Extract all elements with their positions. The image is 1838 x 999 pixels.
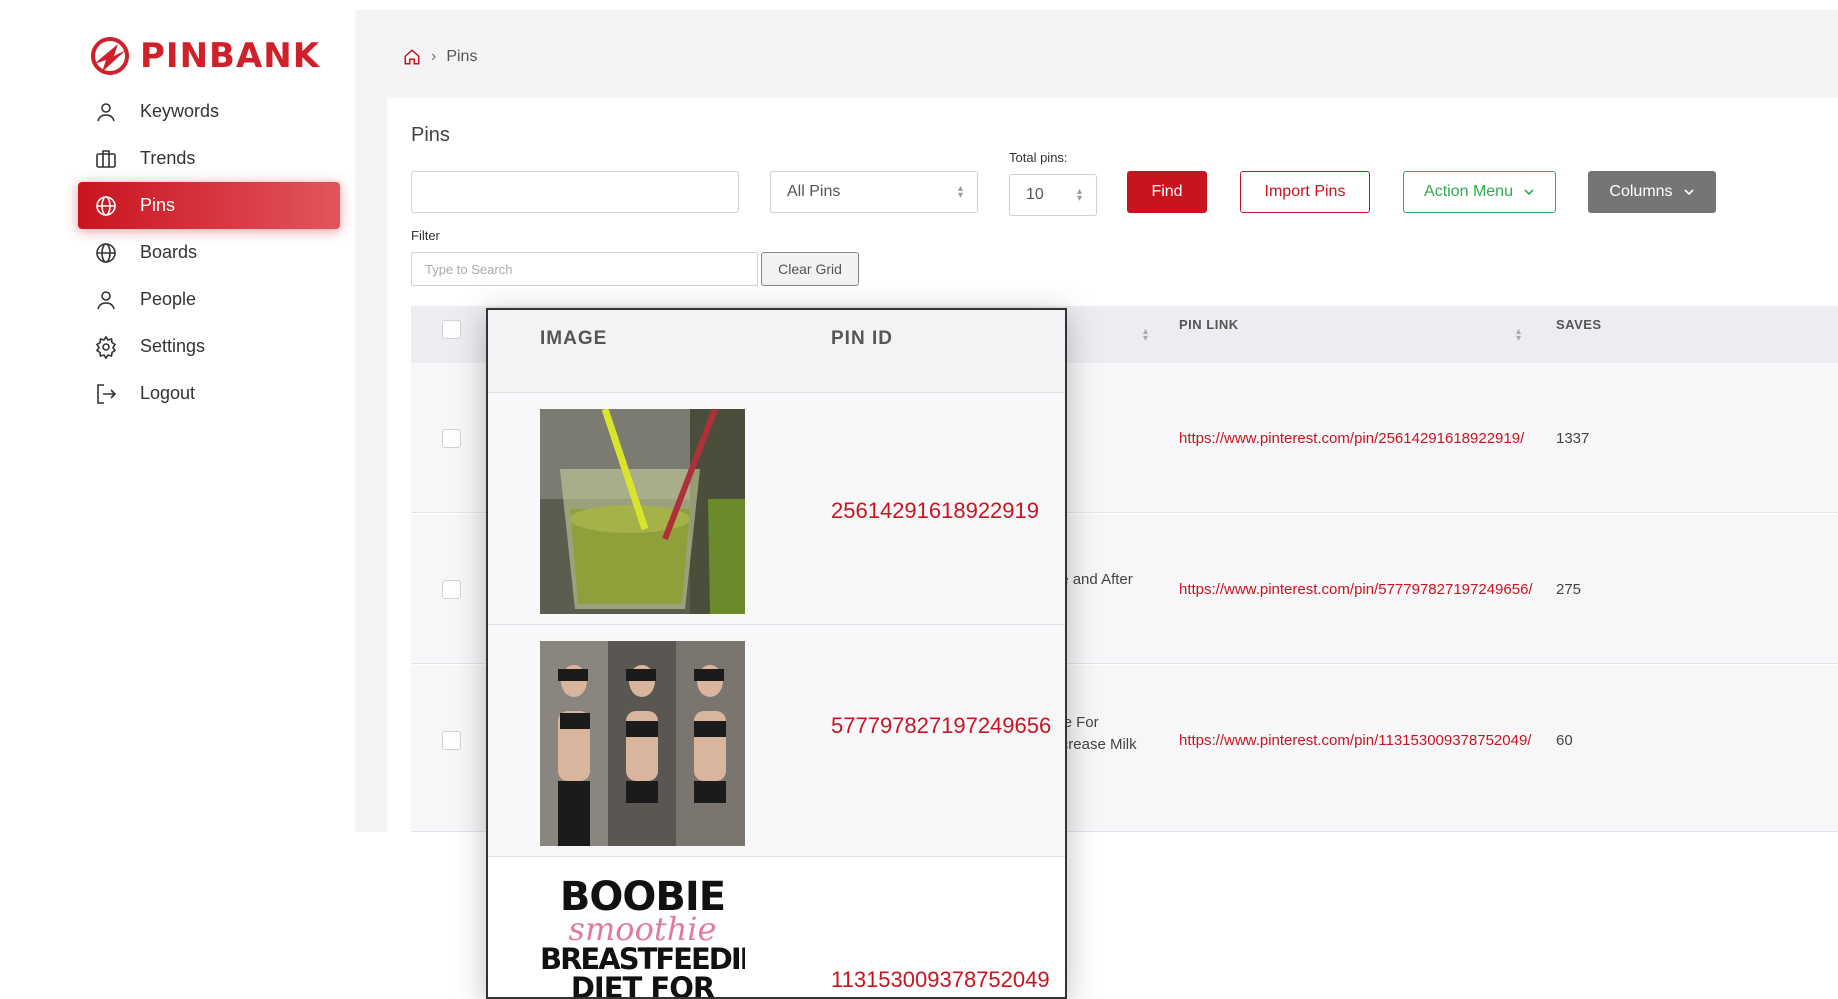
- sidebar-item-label: Trends: [140, 148, 196, 168]
- user-icon: [97, 102, 115, 121]
- brand-name: PINBANK: [140, 36, 321, 76]
- globe-icon: [96, 195, 116, 216]
- row-checkbox[interactable]: [442, 580, 461, 599]
- sidebar-item-trends[interactable]: Trends: [78, 135, 340, 182]
- column-header-image: IMAGE: [540, 328, 608, 349]
- select-arrows-icon: ▴ ▾: [957, 183, 963, 201]
- columns-label: Columns: [1609, 183, 1673, 200]
- sidebar-item-label: People: [140, 289, 197, 309]
- pin-thumbnail[interactable]: BOOBIE smoothie BREASTFEEDING DIET FOR M…: [540, 873, 745, 999]
- thumb-text-line: DIET FOR MILK: [570, 971, 715, 999]
- select-all-checkbox[interactable]: [442, 320, 461, 339]
- clear-grid-button[interactable]: Clear Grid: [761, 252, 859, 286]
- pin-id[interactable]: 113153009378752049: [831, 967, 1050, 993]
- breadcrumb: › Pins: [403, 48, 477, 66]
- total-pins-stepper[interactable]: 10 ▴ ▾: [1009, 174, 1097, 216]
- sidebar-item-label: Keywords: [140, 101, 220, 121]
- pin-image-overlay: IMAGE PIN ID 25614291618922919 577797827…: [486, 308, 1067, 999]
- column-header-pin-link[interactable]: PIN LINK: [1179, 317, 1239, 332]
- action-menu-button[interactable]: Action Menu: [1403, 171, 1556, 213]
- action-menu-label: Action Menu: [1424, 183, 1513, 200]
- column-header-saves[interactable]: SAVES: [1556, 317, 1602, 332]
- pin-link[interactable]: https://www.pinterest.com/pin/1131530093…: [1179, 732, 1531, 749]
- thumb-text-line: smoothie: [568, 910, 717, 948]
- smoothie-image: [540, 409, 745, 614]
- breadcrumb-current: Pins: [446, 48, 478, 65]
- filter-input[interactable]: [411, 252, 758, 286]
- total-pins-value: 10: [1026, 186, 1044, 203]
- filter-label: Filter: [411, 228, 440, 243]
- pin-saves: 1337: [1556, 430, 1590, 447]
- sidebar-item-label: Pins: [140, 195, 176, 215]
- fitness-progress-image: [540, 641, 745, 846]
- pin-logo-icon: [91, 37, 129, 75]
- gear-icon: [95, 335, 117, 359]
- row-checkbox[interactable]: [442, 429, 461, 448]
- globe-icon: [96, 242, 116, 263]
- find-button-label: Find: [1151, 183, 1183, 200]
- sidebar-item-label: Settings: [140, 336, 206, 356]
- boobie-smoothie-image: BOOBIE smoothie BREASTFEEDING DIET FOR M…: [540, 877, 745, 999]
- brand-logo[interactable]: PINBANK: [88, 34, 320, 78]
- page-title: Pins: [411, 124, 450, 146]
- sidebar: PINBANK Keywords Trends Pins Boards Peop…: [0, 0, 355, 999]
- pin-type-select-value: All Pins: [787, 183, 841, 200]
- sidebar-item-boards[interactable]: Boards: [78, 229, 340, 276]
- pin-link[interactable]: https://www.pinterest.com/pin/2561429161…: [1179, 430, 1524, 447]
- sidebar-item-label: Boards: [140, 242, 198, 262]
- pin-saves: 60: [1556, 732, 1573, 749]
- sidebar-item-settings[interactable]: Settings: [78, 323, 340, 370]
- pin-saves: 275: [1556, 581, 1582, 598]
- stepper-arrows-icon: ▴ ▾: [1076, 186, 1082, 204]
- sidebar-item-logout[interactable]: Logout: [78, 370, 340, 417]
- row-checkbox[interactable]: [442, 731, 461, 750]
- sidebar-item-label: Logout: [140, 383, 196, 403]
- sidebar-nav: Keywords Trends Pins Boards People Setti…: [78, 88, 340, 417]
- overlay-row: 25614291618922919: [488, 393, 1065, 625]
- search-input[interactable]: [411, 171, 739, 213]
- logout-icon: [97, 383, 117, 404]
- pin-thumbnail[interactable]: [540, 409, 745, 614]
- overlay-row: 577797827197249656: [488, 625, 1065, 857]
- pin-thumbnail[interactable]: [540, 641, 745, 846]
- overlay-header: IMAGE PIN ID: [488, 310, 1065, 393]
- columns-button[interactable]: Columns: [1588, 171, 1716, 213]
- chevron-down-icon: [1524, 189, 1534, 196]
- pin-link[interactable]: https://www.pinterest.com/pin/5777978271…: [1179, 581, 1533, 598]
- chevron-right-icon: ›: [431, 48, 437, 65]
- column-header-pin-id: PIN ID: [831, 328, 893, 349]
- chevron-down-icon: [1683, 189, 1694, 196]
- briefcase-icon: [96, 149, 116, 168]
- import-pins-label: Import Pins: [1264, 183, 1346, 200]
- sort-icon[interactable]: ▴ ▾: [1143, 327, 1148, 344]
- find-button[interactable]: Find: [1127, 171, 1207, 213]
- import-pins-button[interactable]: Import Pins: [1240, 171, 1370, 213]
- overlay-row: BOOBIE smoothie BREASTFEEDING DIET FOR M…: [488, 857, 1065, 999]
- total-pins-label: Total pins:: [1009, 150, 1068, 165]
- sidebar-item-keywords[interactable]: Keywords: [78, 88, 340, 135]
- pin-id[interactable]: 25614291618922919: [831, 498, 1039, 524]
- user-icon: [97, 290, 115, 309]
- pin-type-select[interactable]: All Pins ▴ ▾: [770, 171, 978, 213]
- sidebar-item-pins[interactable]: Pins: [78, 182, 340, 229]
- clear-grid-label: Clear Grid: [778, 261, 842, 277]
- sidebar-item-people[interactable]: People: [78, 276, 340, 323]
- thumb-text-line: BREASTFEEDING: [540, 942, 745, 976]
- pin-id[interactable]: 577797827197249656: [831, 713, 1051, 739]
- home-icon[interactable]: [403, 48, 421, 66]
- sort-icon[interactable]: ▴ ▾: [1516, 327, 1521, 344]
